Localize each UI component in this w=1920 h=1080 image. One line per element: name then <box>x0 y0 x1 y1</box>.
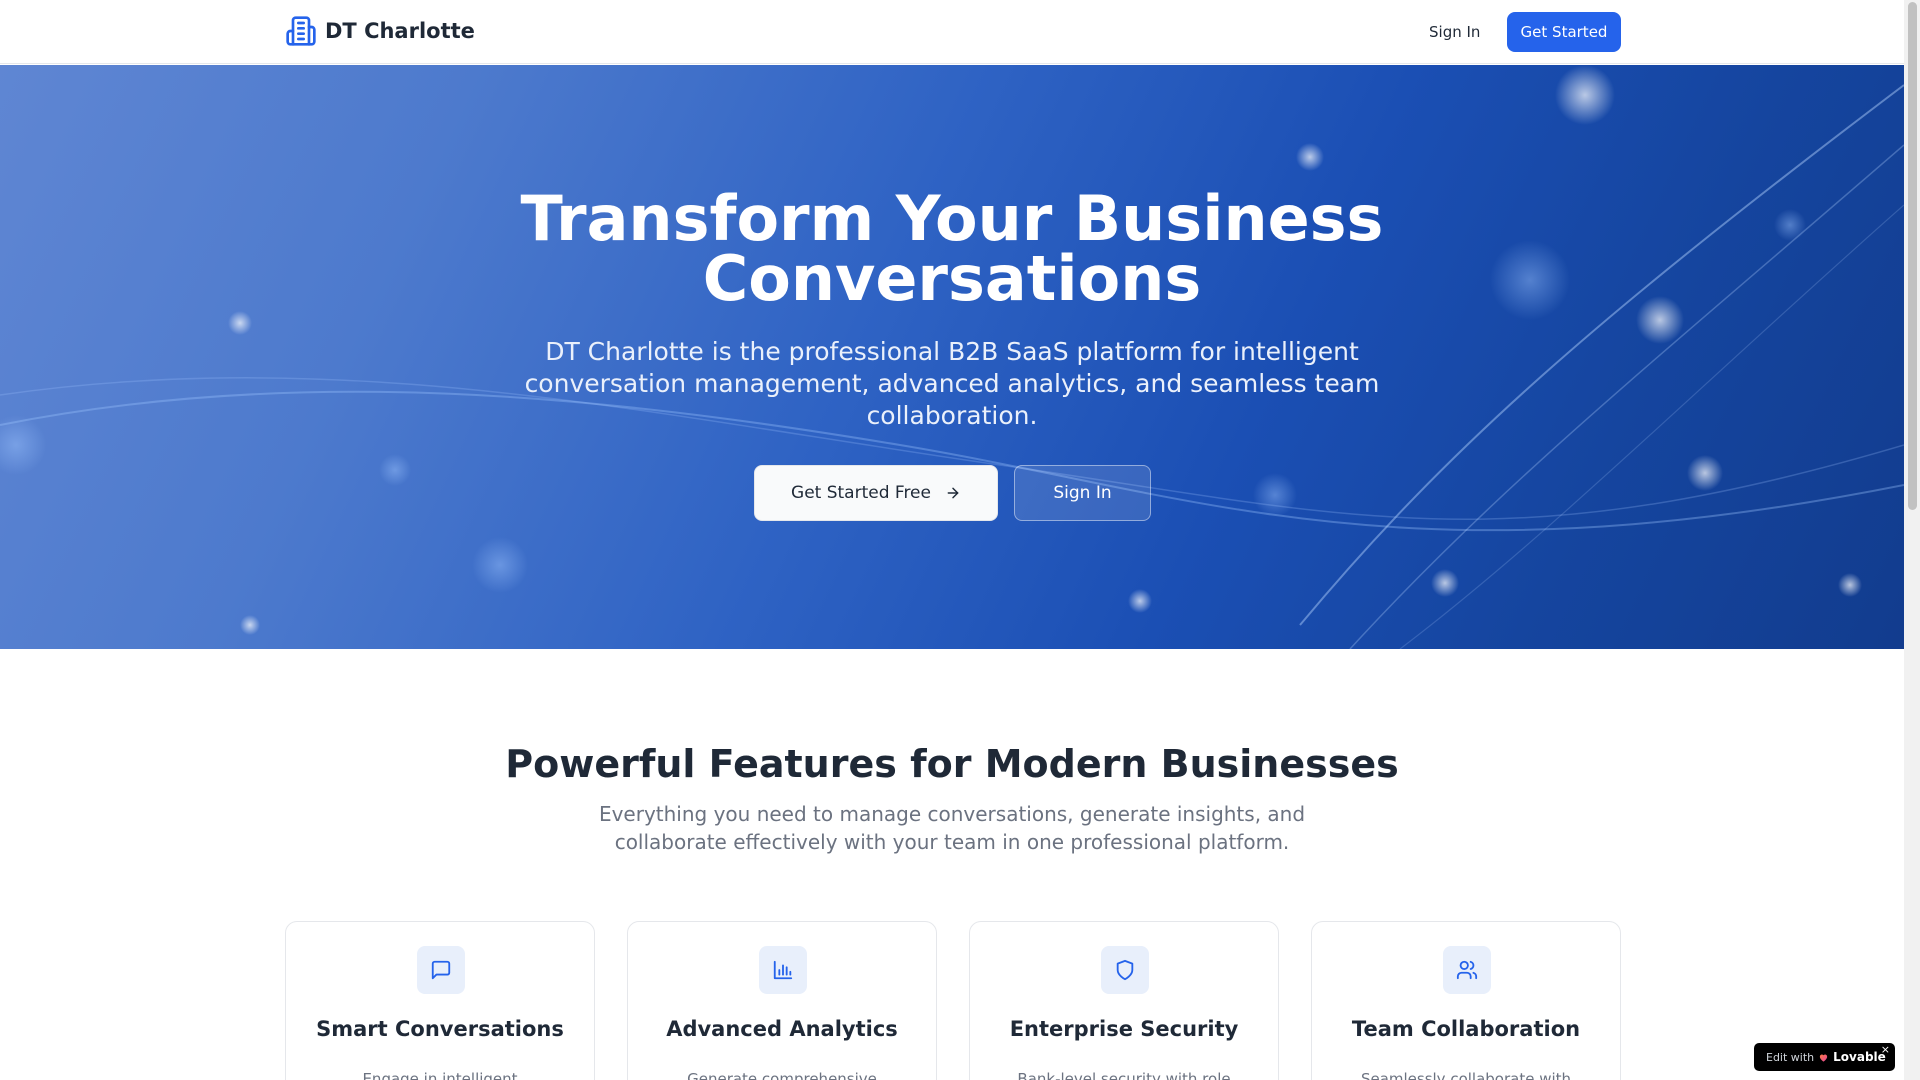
features-title: Powerful Features for Modern Businesses <box>505 742 1399 786</box>
hero-subtitle: DT Charlotte is the professional B2B Saa… <box>524 337 1380 430</box>
feature-title: Advanced Analytics <box>666 1017 898 1041</box>
scrollbar-thumb[interactable] <box>1908 2 1917 510</box>
feature-description: Generate comprehensive <box>687 1070 877 1080</box>
feature-title: Enterprise Security <box>1009 1017 1239 1041</box>
get-started-free-button[interactable]: Get Started Free <box>754 465 998 521</box>
message-square-icon <box>431 960 451 980</box>
get-started-free-label: Get Started Free <box>791 483 931 503</box>
feature-title: Smart Conversations <box>316 1017 564 1041</box>
page-scrollbar[interactable] <box>1904 0 1920 1080</box>
badge-prefix: Edit with <box>1766 1050 1815 1064</box>
building-icon <box>286 16 316 46</box>
shield-icon <box>1116 959 1134 981</box>
edit-with-lovable-badge[interactable]: Edit with Lovable × <box>1754 1043 1895 1071</box>
close-icon[interactable]: × <box>1881 1044 1890 1056</box>
feature-description: Seamlessly collaborate with <box>1360 1070 1572 1080</box>
lovable-heart-icon <box>1819 1054 1828 1062</box>
feature-card-team-collaboration: Team Collaboration Seamlessly collaborat… <box>1311 921 1621 1080</box>
users-icon <box>1456 960 1478 980</box>
badge-brand: Lovable <box>1833 1050 1886 1064</box>
hero-title: Transform Your Business Conversations <box>352 182 1552 315</box>
brand-name: DT Charlotte <box>325 19 475 43</box>
feature-description: Bank-level security with role <box>1017 1070 1231 1080</box>
top-navbar: DT Charlotte Sign In Get Started <box>0 0 1904 64</box>
feature-description: Engage in intelligent <box>362 1070 518 1080</box>
nav-sign-in-button[interactable]: Sign In <box>1421 18 1488 46</box>
hero-title-line-2: Conversations <box>702 242 1202 315</box>
hero-sign-in-button[interactable]: Sign In <box>1014 465 1151 521</box>
feature-title: Team Collaboration <box>1351 1017 1581 1041</box>
features-subtitle: Everything you need to manage conversati… <box>598 802 1306 854</box>
feature-card-advanced-analytics: Advanced Analytics Generate comprehensiv… <box>627 921 937 1080</box>
feature-card-smart-conversations: Smart Conversations Engage in intelligen… <box>285 921 595 1080</box>
arrow-right-icon <box>947 487 959 499</box>
hero-title-line-1: Transform Your Business <box>520 182 1384 255</box>
bar-chart-icon <box>773 960 793 980</box>
brand-logo[interactable]: DT Charlotte <box>285 15 475 47</box>
nav-get-started-button[interactable]: Get Started <box>1507 12 1621 52</box>
hero-section: Transform Your Business Conversations DT… <box>0 65 1904 649</box>
feature-card-enterprise-security: Enterprise Security Bank-level security … <box>969 921 1279 1080</box>
